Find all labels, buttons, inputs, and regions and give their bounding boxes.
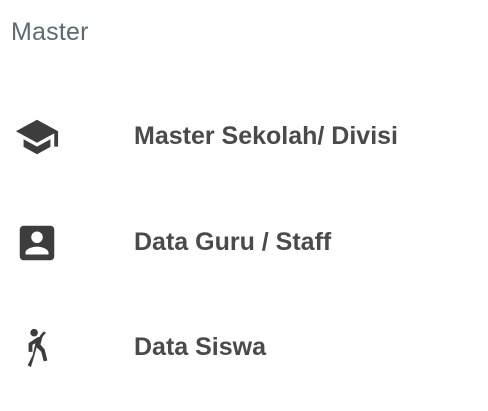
- menu-item-master-sekolah[interactable]: Master Sekolah/ Divisi: [0, 97, 488, 177]
- account-box-icon: [14, 220, 60, 266]
- student-figure-icon: [14, 325, 60, 371]
- menu-item-data-guru[interactable]: Data Guru / Staff: [0, 203, 488, 283]
- menu-item-label: Data Siswa: [134, 333, 267, 361]
- menu-item-data-siswa[interactable]: Data Siswa: [0, 308, 488, 388]
- menu-item-label: Master Sekolah/ Divisi: [134, 122, 399, 150]
- master-menu: Master Sekolah/ Divisi Data Guru / Staff…: [0, 0, 488, 411]
- graduation-cap-icon: [14, 114, 60, 160]
- menu-item-label: Data Guru / Staff: [134, 228, 332, 256]
